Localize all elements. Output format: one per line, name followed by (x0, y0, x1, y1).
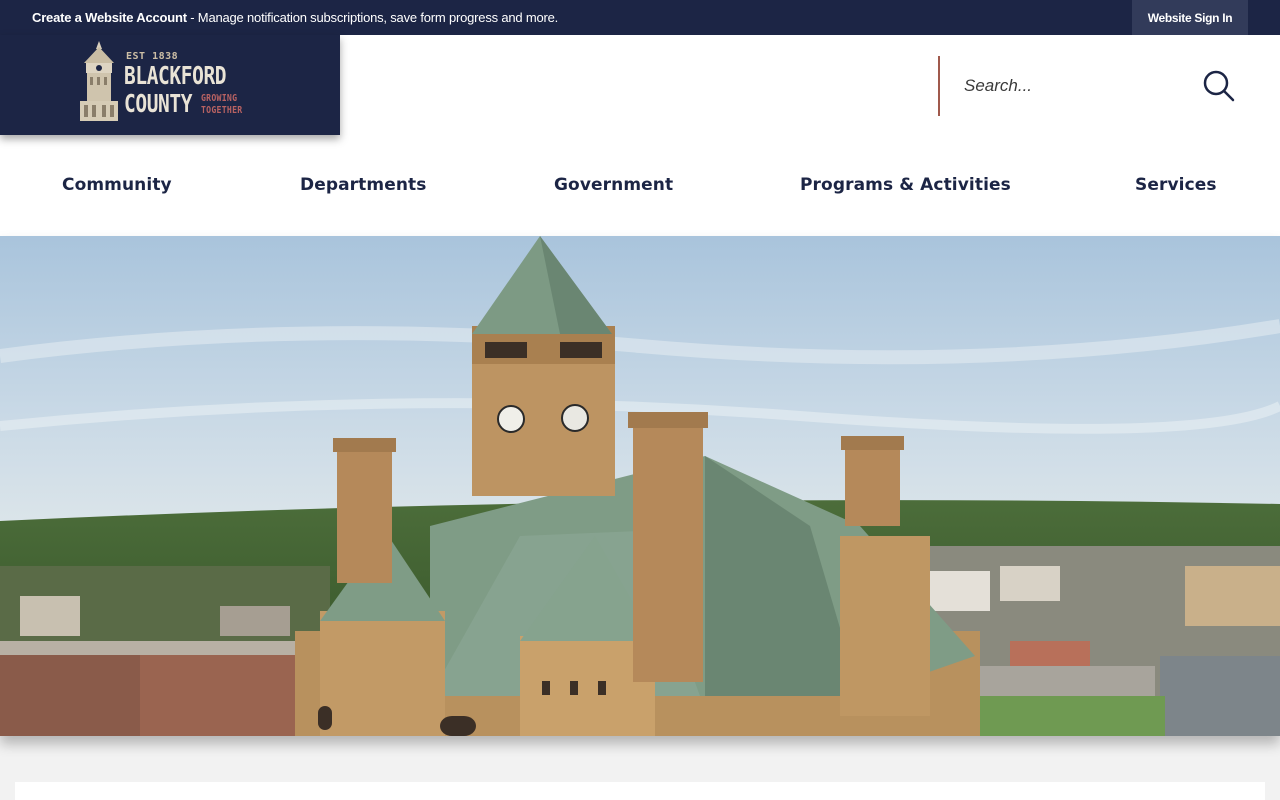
courthouse-aerial-photo (0, 236, 1280, 736)
logo-tagline-line2: TOGETHER (201, 105, 243, 116)
nav-programs-activities[interactable]: Programs & Activities (800, 175, 1011, 195)
nav-community[interactable]: Community (62, 175, 172, 195)
search-button[interactable] (1202, 70, 1236, 104)
main-navigation: Community Departments Government Program… (0, 165, 1280, 209)
create-account-link[interactable]: Create a Website Account (32, 10, 187, 25)
logo-tagline-line1: GROWING (201, 93, 238, 104)
clock-tower-icon (80, 41, 118, 121)
county-logo[interactable]: EST 1838 BLACKFORD COUNTY GROWING TOGETH… (0, 35, 340, 135)
logo-name-line1: BLACKFORD (124, 61, 227, 90)
create-account-message[interactable]: Create a Website Account - Manage notifi… (32, 0, 558, 35)
site-search (938, 56, 1248, 116)
website-sign-in-button[interactable]: Website Sign In (1132, 0, 1248, 35)
search-input[interactable] (964, 72, 1184, 100)
nav-services[interactable]: Services (1135, 175, 1217, 195)
hero-banner (0, 236, 1280, 736)
logo-name-line2: COUNTY (124, 89, 193, 118)
create-account-description: - Manage notification subscriptions, sav… (186, 10, 559, 25)
nav-government[interactable]: Government (554, 175, 673, 195)
search-icon (1203, 70, 1235, 102)
nav-departments[interactable]: Departments (300, 175, 426, 195)
logo-tagline: GROWING TOGETHER (201, 93, 247, 117)
top-account-bar: Create a Website Account - Manage notifi… (0, 0, 1280, 35)
site-header: EST 1838 BLACKFORD COUNTY GROWING TOGETH… (0, 35, 1280, 236)
content-card (15, 782, 1265, 800)
